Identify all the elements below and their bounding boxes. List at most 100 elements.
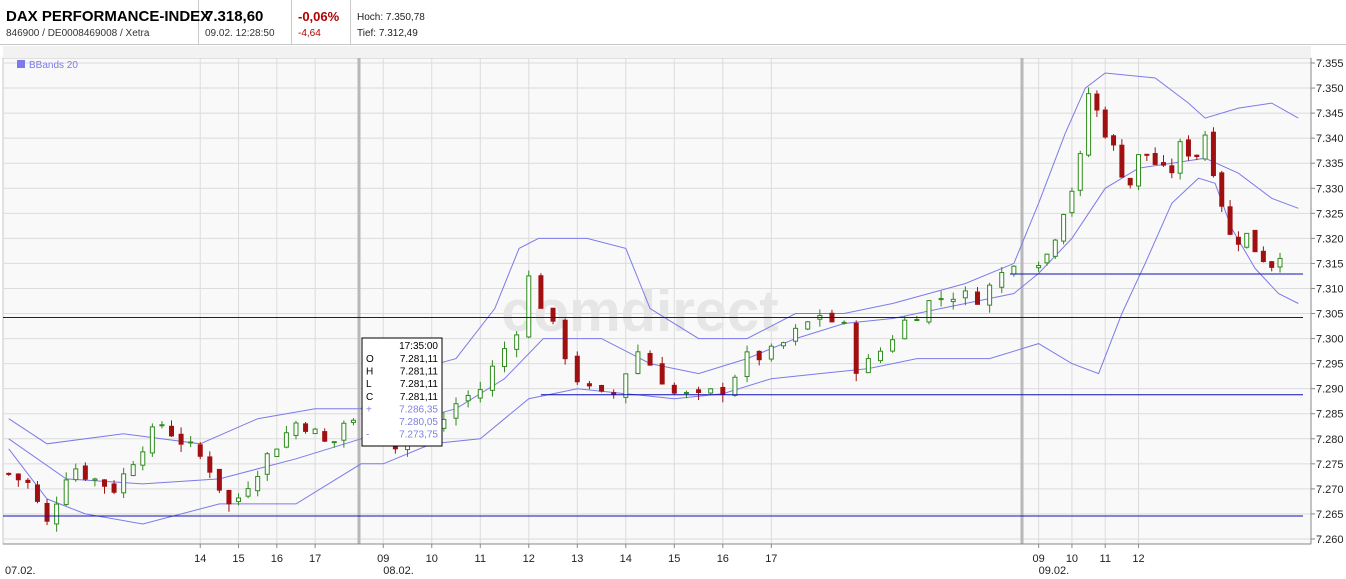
tooltip-row-value: 7.273,75 [399,430,438,441]
candle-body [1160,162,1166,166]
y-tick-label: 7.325 [1316,208,1344,220]
candle-body [586,383,592,387]
tooltip-row-value: 7.281,11 [400,379,439,390]
candle-body [169,425,175,437]
y-tick-label: 7.305 [1316,309,1344,321]
candle-body [987,284,993,306]
candle-body [1119,144,1125,178]
tooltip-row-label: O [366,354,374,365]
tooltip-row-label: + [366,404,372,415]
candle-body [1177,141,1183,174]
candle-body [1269,261,1275,268]
day-high: Hoch: 7.350,78 [357,12,425,23]
candle-body [341,422,347,441]
candle-body [111,483,117,493]
candle-body [623,373,629,398]
candle-body [599,384,605,392]
candlestick-chart[interactable]: comdirect 7.3557.3507.3457.3407.3357.330… [0,46,1346,579]
candle-body [635,351,641,375]
tooltip-row-value: 7.281,11 [400,354,439,365]
candle-body [938,298,944,301]
candle-body [926,300,932,323]
last-price: 7.318,60 [205,8,264,25]
candle-body [1136,154,1142,187]
day-low: Tief: 7.312,49 [357,28,418,39]
candle-body [1227,206,1233,235]
x-tick-label: 17 [765,553,777,565]
candle-body [130,464,136,477]
y-tick-label: 7.315 [1316,258,1344,270]
instrument-ids: 846900 / DE0008469008 / Xetra [6,28,150,39]
candle-body [264,453,270,475]
legend-swatch [17,60,25,68]
tooltip-row-label: - [366,430,369,441]
x-tick-label: 14 [620,553,632,565]
y-tick-label: 7.280 [1316,434,1344,446]
candle-body [550,307,556,322]
candle-body [708,388,714,394]
candle-body [1052,239,1058,257]
x-tick-label: 17 [309,553,321,565]
candle-body [82,465,88,480]
candle-body [562,319,568,360]
y-tick-label: 7.310 [1316,283,1344,295]
candle-body [54,503,60,525]
candle-body [1219,172,1225,207]
candle-body [1277,257,1283,268]
y-tick-label: 7.295 [1316,359,1344,371]
candle-body [322,431,328,442]
tooltip-row-value: 7.281,11 [400,392,439,403]
candle-body [671,384,677,394]
x-tick-label: 15 [232,553,244,565]
candle-body [502,348,508,368]
y-tick-label: 7.350 [1316,83,1344,95]
candle-body [149,426,155,454]
legend-strip [3,46,1311,58]
candle-body [178,433,184,445]
candle-body [121,473,127,494]
candle-body [1036,265,1042,269]
tooltip-time: 17:35:00 [399,341,438,352]
candle-body [768,345,774,360]
candle-body [489,365,495,391]
tooltip-row-label: H [366,367,373,378]
candle-body [877,350,883,362]
candle-body [1235,236,1241,245]
x-tick-label: 13 [571,553,583,565]
x-tick-label: 16 [717,553,729,565]
candle-body [303,423,309,432]
change-absolute: -4,64 [298,28,321,39]
candle-body [1077,153,1083,191]
candle-body [236,497,242,503]
candle-body [683,391,689,394]
y-tick-label: 7.270 [1316,484,1344,496]
candle-body [15,473,21,481]
day-label: 09.02. [1039,565,1070,577]
candle-body [756,350,762,361]
instrument-cell: DAX PERFORMANCE-INDEX 846900 / DE0008469… [0,0,210,44]
candle-body [1210,131,1216,177]
candle-body [312,428,318,435]
candle-body [101,479,107,487]
y-tick-label: 7.260 [1316,534,1344,546]
x-tick-label: 11 [475,553,486,565]
candle-body [902,319,908,340]
candle-body [453,403,459,419]
candle-body [63,479,69,505]
y-tick-label: 7.285 [1316,409,1344,421]
candle-body [25,479,31,483]
x-tick-label: 15 [668,553,680,565]
candle-body [744,351,750,378]
candle-body [974,291,980,305]
tooltip-row-label: L [366,379,372,390]
candle-body [999,272,1005,288]
candle-body [44,502,50,522]
candle-body [780,342,786,347]
y-tick-label: 7.335 [1316,158,1344,170]
day-label: 08.02. [383,565,414,577]
tooltip-row-value: 7.286,35 [399,404,438,415]
candle-body [1152,153,1158,165]
y-tick-label: 7.330 [1316,183,1344,195]
candle-body [1111,135,1117,146]
candle-body [950,298,956,303]
